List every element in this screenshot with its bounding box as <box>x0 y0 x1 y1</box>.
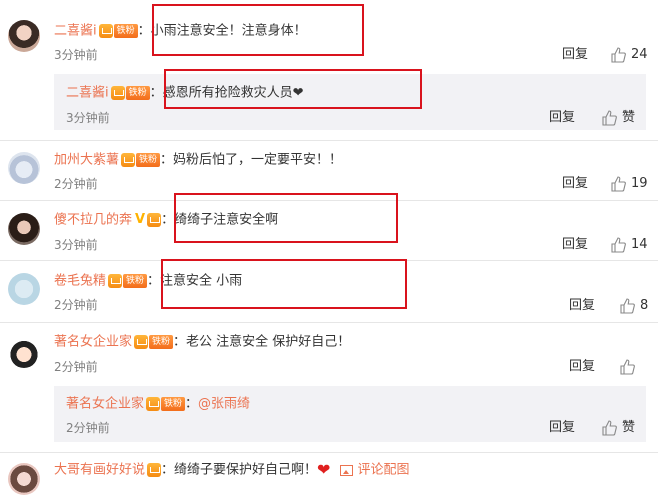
crown-badge-icon <box>146 396 161 411</box>
like-count: 24 <box>631 47 648 62</box>
comment-time: 3分钟前 <box>54 238 98 252</box>
crown-badge-icon <box>147 212 162 227</box>
fan-badge: 铁粉 <box>125 85 150 100</box>
fan-badge: 铁粉 <box>123 273 148 288</box>
reply-button[interactable]: 回复 <box>549 108 575 128</box>
reply-button[interactable]: 回复 <box>562 235 588 255</box>
verified-v-icon: V <box>135 212 146 227</box>
thumbs-up-icon <box>602 419 617 436</box>
like-button[interactable]: 14 <box>610 235 648 255</box>
thumbs-up-icon <box>611 236 626 253</box>
red-heart-icon: ❤ <box>317 460 331 479</box>
user-badges: 铁粉 <box>110 83 150 103</box>
thumbs-up-icon <box>611 46 626 63</box>
username-link[interactable]: 大哥有画好好说 <box>54 463 145 478</box>
like-count: 8 <box>640 298 649 313</box>
avatar[interactable] <box>8 273 40 305</box>
reply-button[interactable]: 回复 <box>549 418 575 438</box>
like-count: 19 <box>631 176 648 191</box>
comment-time: 2分钟前 <box>54 298 98 312</box>
user-badges: 铁粉 <box>121 150 161 170</box>
thumbs-up-icon <box>611 175 626 192</box>
crown-badge-icon <box>108 273 123 288</box>
fan-badge: 铁粉 <box>136 152 161 167</box>
crown-badge-icon <box>134 334 149 349</box>
thumbs-up-icon <box>620 297 635 314</box>
like-button[interactable]: 19 <box>610 174 648 194</box>
crown-badge-icon <box>147 462 162 477</box>
comment-line: 著名女企业家 铁粉 ：老公 注意安全 保护好自己！ <box>54 332 350 352</box>
reply-button[interactable]: 回复 <box>569 357 595 377</box>
crown-badge-icon <box>98 23 113 38</box>
thumbs-up-icon <box>620 358 635 375</box>
view-picture-link[interactable]: 评论配图 <box>357 463 409 478</box>
crown-badge-icon <box>110 85 125 100</box>
username-link[interactable]: 二喜酱i <box>66 86 109 101</box>
username-link[interactable]: 著名女企业家 <box>66 397 144 412</box>
highlight-box <box>152 4 364 56</box>
reply-time: 2分钟前 <box>66 421 110 435</box>
avatar[interactable] <box>8 152 40 184</box>
divider <box>0 322 658 323</box>
divider <box>0 452 658 453</box>
fan-badge: 铁粉 <box>149 334 174 349</box>
reply-time: 3分钟前 <box>66 111 110 125</box>
user-badges: 铁粉 <box>98 21 138 41</box>
like-count: 14 <box>631 237 648 252</box>
avatar[interactable] <box>8 336 40 368</box>
reply-button[interactable]: 回复 <box>569 296 595 316</box>
user-badges: 铁粉 <box>108 271 148 291</box>
comment-line: 加州大紫薯 铁粉 ：妈粉后怕了，一定要平安！！ <box>54 150 342 170</box>
reply-text: ： <box>185 396 199 412</box>
user-badges <box>147 460 162 480</box>
praise-button[interactable]: 赞 <box>601 418 635 438</box>
reply-button[interactable]: 回复 <box>562 174 588 194</box>
reply-button[interactable]: 回复 <box>562 45 588 65</box>
comment-time: 3分钟前 <box>54 48 98 62</box>
sub-reply-line: 著名女企业家 铁粉 ：@张雨绮 <box>66 394 250 414</box>
highlight-box <box>161 259 407 309</box>
like-button[interactable] <box>619 357 640 377</box>
highlight-box <box>164 69 422 109</box>
like-button[interactable]: 8 <box>619 296 648 316</box>
username-link[interactable]: 著名女企业家 <box>54 335 132 350</box>
avatar[interactable] <box>8 20 40 52</box>
highlight-box <box>174 193 398 243</box>
fan-badge: 铁粉 <box>113 23 138 38</box>
fan-badge: 铁粉 <box>161 396 186 411</box>
avatar[interactable] <box>8 213 40 245</box>
comment-text: ：老公 注意安全 保护好自己！ <box>173 334 351 350</box>
praise-button[interactable]: 赞 <box>601 108 635 128</box>
username-link[interactable]: 卷毛兔精 <box>54 274 106 289</box>
comment-text: ：妈粉后怕了，一定要平安！！ <box>160 152 343 168</box>
username-link[interactable]: 加州大紫薯 <box>54 153 119 168</box>
praise-label: 赞 <box>622 420 636 435</box>
username-link[interactable]: 傻不拉几的奔 <box>54 213 132 228</box>
like-button[interactable]: 24 <box>610 45 648 65</box>
mention-link[interactable]: @张雨绮 <box>198 397 250 412</box>
user-badges <box>147 210 162 230</box>
user-badges: 铁粉 <box>146 394 186 414</box>
divider <box>0 140 658 141</box>
crown-badge-icon <box>121 152 136 167</box>
comment-text: ：绮绮子要保护好自己啊！ <box>161 462 318 478</box>
comment-line: 大哥有画好好说 ：绮绮子要保护好自己啊！❤ 评论配图 <box>54 460 409 480</box>
thumbs-up-icon <box>602 109 617 126</box>
praise-label: 赞 <box>622 110 636 125</box>
comment-time: 2分钟前 <box>54 177 98 191</box>
avatar[interactable] <box>8 463 40 495</box>
picture-icon <box>340 464 354 476</box>
username-link[interactable]: 二喜酱i <box>54 24 97 39</box>
user-badges: 铁粉 <box>134 332 174 352</box>
comment-time: 2分钟前 <box>54 360 98 374</box>
